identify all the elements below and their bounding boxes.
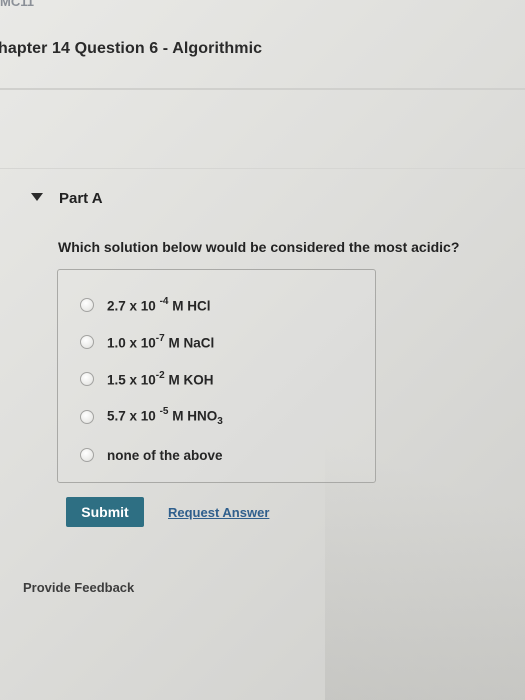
radio-button[interactable]: [80, 410, 94, 424]
radio-button[interactable]: [80, 372, 94, 386]
provide-feedback-link[interactable]: Provide Feedback: [23, 580, 134, 595]
option-label: 1.0 x 10-7 M NaCl: [107, 332, 215, 351]
option-1[interactable]: 2.7 x 10 -4 M HCl: [80, 295, 210, 315]
caret-down-icon[interactable]: [30, 190, 44, 204]
question-text: Which solution below would be considered…: [58, 239, 460, 255]
radio-button[interactable]: [80, 448, 94, 462]
radio-button[interactable]: [80, 335, 94, 349]
request-answer-link[interactable]: Request Answer: [168, 505, 269, 520]
header-divider: [0, 88, 525, 90]
option-5[interactable]: none of the above: [80, 445, 223, 465]
radio-button[interactable]: [80, 298, 94, 312]
option-label: none of the above: [107, 447, 223, 463]
section-divider: [0, 168, 525, 169]
answer-options-box: 2.7 x 10 -4 M HCl 1.0 x 10-7 M NaCl 1.5 …: [57, 269, 376, 483]
option-label: 5.7 x 10 -5 M HNO3: [107, 405, 223, 428]
option-3[interactable]: 1.5 x 10-2 M KOH: [80, 369, 213, 389]
page-title: hapter 14 Question 6 - Algorithmic: [0, 40, 263, 57]
course-code: MC11: [0, 0, 34, 9]
part-a-label[interactable]: Part A: [59, 190, 103, 207]
option-4[interactable]: 5.7 x 10 -5 M HNO3: [80, 405, 223, 428]
option-label: 1.5 x 10-2 M KOH: [107, 369, 214, 388]
option-label: 2.7 x 10 -4 M HCl: [107, 295, 211, 314]
option-2[interactable]: 1.0 x 10-7 M NaCl: [80, 332, 214, 352]
submit-button[interactable]: Submit: [66, 497, 144, 527]
